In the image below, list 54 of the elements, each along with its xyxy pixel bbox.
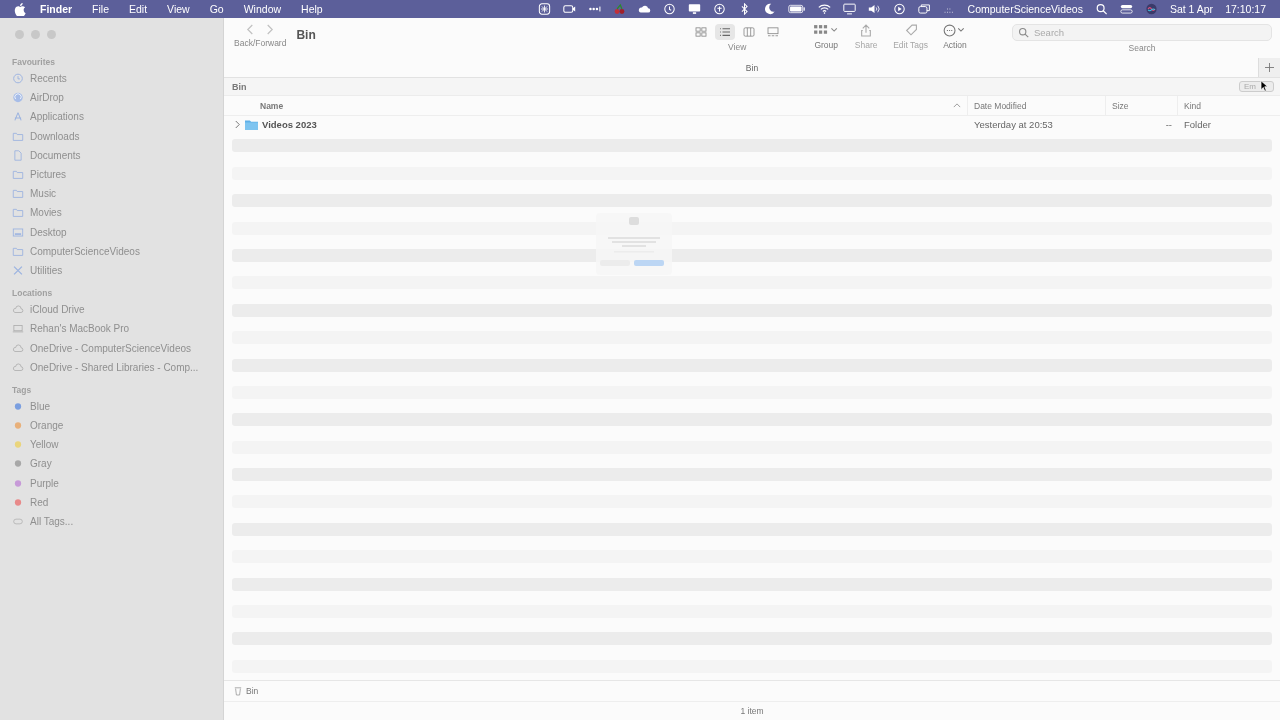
sidebar-item[interactable]: Blue — [12, 396, 223, 416]
menu-item[interactable]: Go — [209, 3, 224, 15]
sidebar-item[interactable]: OneDrive - Shared Libraries - Comp... — [12, 357, 223, 377]
sidebar-item[interactable]: Downloads — [12, 126, 223, 146]
sidebar-heading: Tags — [12, 383, 33, 397]
sidebar-item[interactable]: Music — [12, 184, 223, 204]
toolbar-button[interactable]: Group — [813, 24, 840, 50]
sidebar-item[interactable]: Utilities — [12, 260, 223, 281]
folder-header-title: Bin — [232, 81, 248, 92]
menu-item[interactable]: Window — [243, 3, 282, 15]
file-name[interactable]: Videos 2023 — [262, 118, 317, 130]
menu-item[interactable]: Edit — [129, 3, 148, 15]
menu-item[interactable]: Help — [301, 3, 323, 15]
sidebar-item[interactable]: Pictures — [12, 164, 223, 185]
column-header[interactable]: Size — [1106, 96, 1178, 115]
table-cell-text: Yesterday at 20:53 — [973, 118, 1054, 130]
sidebar-item[interactable]: AirDrop — [12, 88, 223, 108]
sidebar-item[interactable]: All Tags... — [12, 511, 223, 532]
sidebar-item[interactable]: Desktop — [12, 222, 223, 242]
sidebar-item[interactable]: ComputerScienceVideos — [12, 241, 223, 261]
sidebar-item[interactable]: Purple — [12, 473, 223, 493]
search-label: Search — [1128, 43, 1156, 53]
sidebar-item[interactable]: Orange — [12, 416, 223, 436]
menu-app-name[interactable]: Finder — [40, 3, 73, 15]
table-cell-text: -- — [1164, 118, 1173, 130]
sidebar-item[interactable]: Applications — [12, 107, 223, 127]
sidebar-item[interactable]: Movies — [12, 203, 223, 223]
menu-item[interactable]: View — [167, 3, 190, 15]
window-title: Bin — [296, 28, 316, 42]
path-item[interactable]: Bin — [246, 686, 259, 696]
search-field[interactable]: Search — [1012, 24, 1272, 41]
table-cell-text: Folder — [1183, 118, 1212, 130]
sidebar-item[interactable]: Yellow — [12, 435, 223, 455]
column-header[interactable]: Date Modified — [968, 96, 1106, 115]
menu-item[interactable]: File — [92, 3, 109, 15]
sidebar-item[interactable]: Red — [12, 492, 223, 512]
view-label: View — [728, 42, 747, 52]
column-header[interactable]: Kind — [1178, 96, 1258, 115]
sidebar-item[interactable]: iCloud Drive — [12, 300, 223, 320]
status-text: 1 item — [740, 706, 764, 716]
sidebar-heading: Locations — [12, 287, 54, 301]
sidebar-heading: Favourites — [12, 56, 56, 69]
sidebar-item[interactable]: Gray — [12, 454, 223, 474]
menu-status-text[interactable]: ComputerScienceVideos — [967, 3, 1083, 15]
menu-time[interactable]: 17:10:17 — [1225, 3, 1266, 15]
sidebar-item[interactable]: OneDrive - ComputerScienceVideos — [12, 338, 223, 358]
sidebar-item[interactable]: Documents — [12, 145, 223, 165]
tab[interactable]: Bin — [745, 62, 759, 73]
column-header[interactable]: Name — [232, 96, 968, 115]
sidebar-item[interactable]: Recents — [12, 69, 223, 89]
menu-date[interactable]: Sat 1 Apr — [1169, 3, 1214, 15]
toolbar-button[interactable]: Action — [942, 24, 968, 50]
nav-label: Back/Forward — [234, 38, 287, 48]
sidebar-item[interactable]: Rehan's MacBook Pro — [12, 319, 223, 339]
